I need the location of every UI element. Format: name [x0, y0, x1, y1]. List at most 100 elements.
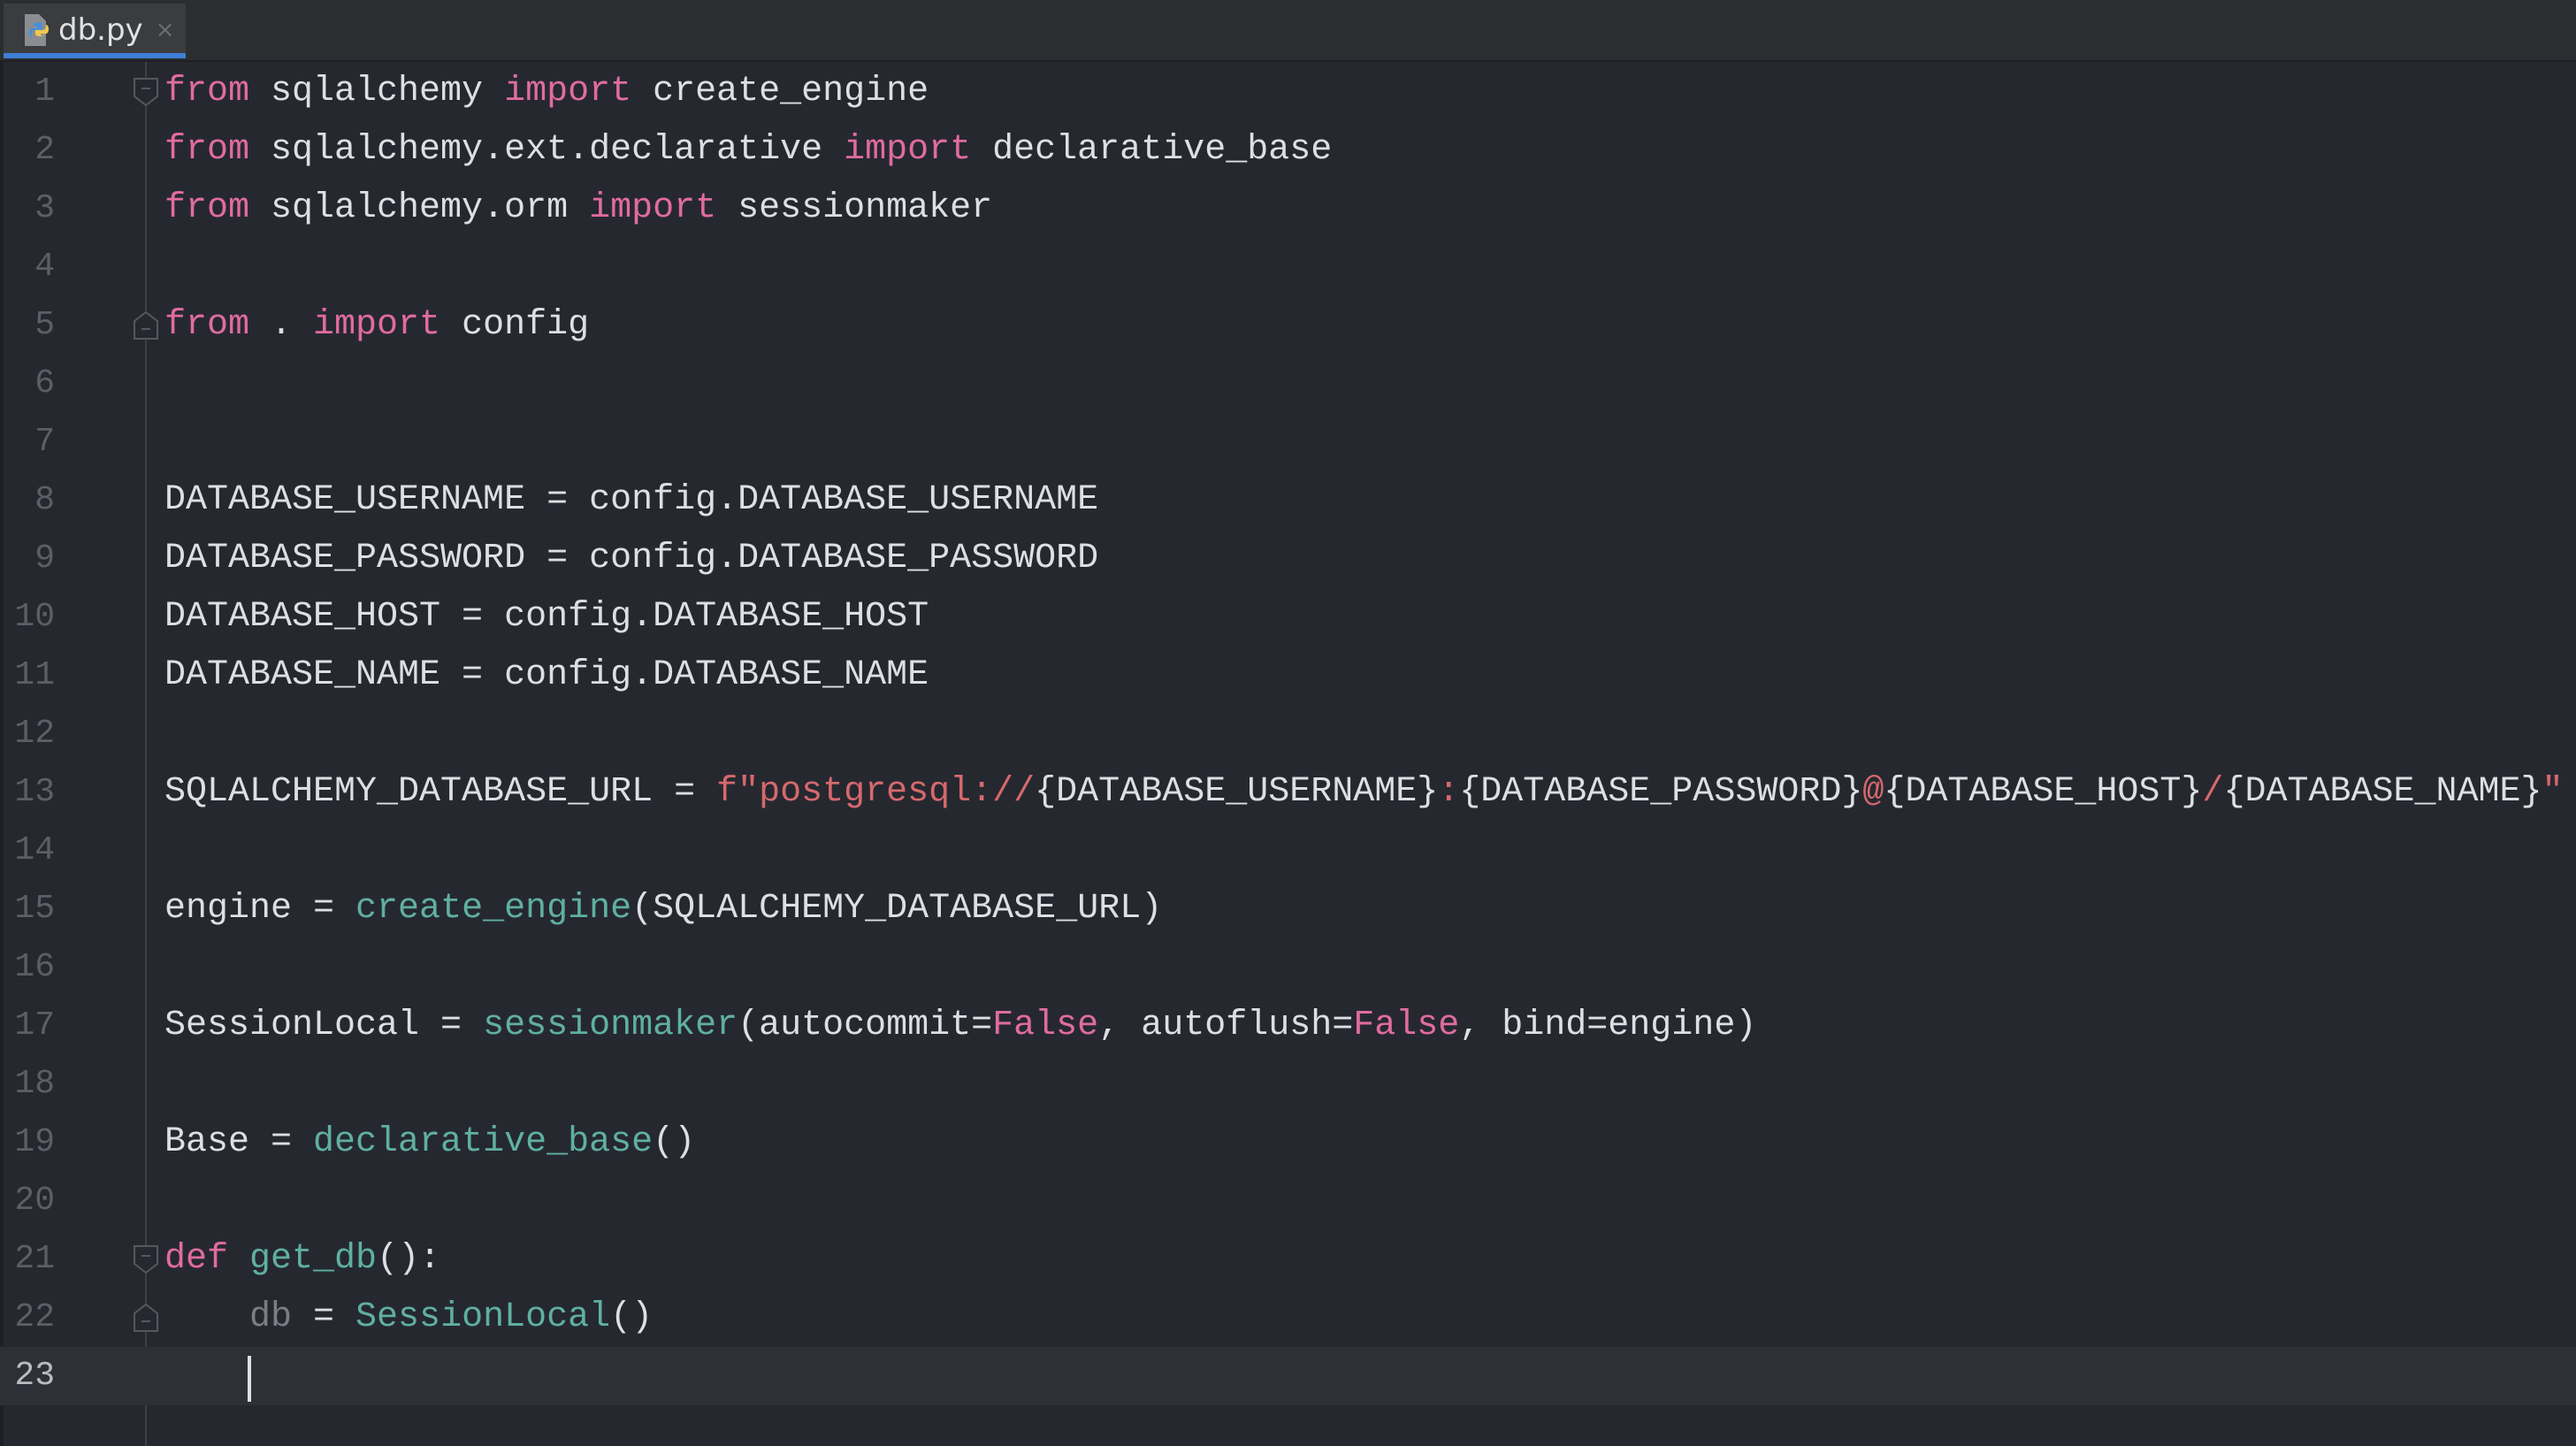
- code-text[interactable]: engine = create_engine(SQLALCHEMY_DATABA…: [164, 880, 1162, 938]
- code-line[interactable]: 10 DATABASE_HOST = config.DATABASE_HOST: [0, 588, 2576, 646]
- token-plain: (autocommit=: [738, 1006, 993, 1045]
- code-line[interactable]: 5 from . import config: [0, 296, 2576, 355]
- code-line[interactable]: 6: [0, 355, 2576, 413]
- tab-db-py[interactable]: db.py ×: [4, 4, 186, 58]
- code-line[interactable]: 16: [0, 938, 2576, 997]
- line-number: 4: [34, 248, 55, 286]
- token-plain: sqlalchemy: [249, 72, 505, 111]
- token-fn: SessionLocal: [355, 1297, 611, 1337]
- token-str: ": [2542, 772, 2564, 812]
- code-text[interactable]: db = SessionLocal(): [164, 1289, 653, 1347]
- token-fn: get_db: [249, 1239, 378, 1279]
- close-icon[interactable]: ×: [156, 17, 175, 43]
- token-plain: , bind=engine): [1459, 1006, 1757, 1045]
- line-number: 1: [34, 73, 55, 111]
- line-number: 22: [14, 1298, 55, 1336]
- line-number: 6: [34, 364, 55, 402]
- token-kw: from: [164, 188, 250, 228]
- tab-filename: db.py: [58, 12, 143, 48]
- code-line[interactable]: 14: [0, 822, 2576, 880]
- token-kw: import: [313, 305, 441, 345]
- code-text[interactable]: DATABASE_HOST = config.DATABASE_HOST: [164, 588, 929, 646]
- token-plain: config: [440, 305, 590, 345]
- token-str: @: [1862, 772, 1884, 812]
- token-plain: , autoflush=: [1098, 1006, 1354, 1045]
- token-plain: sqlalchemy.orm: [249, 188, 590, 228]
- token-kw: def: [164, 1239, 229, 1279]
- code-line[interactable]: 20: [0, 1172, 2576, 1230]
- token-plain: SQLALCHEMY_DATABASE_URL =: [164, 772, 717, 812]
- line-number: 18: [14, 1065, 55, 1103]
- line-number: 3: [34, 189, 55, 227]
- token-kw: from: [164, 130, 250, 170]
- token-plain: engine =: [164, 889, 356, 929]
- token-plain: (): [610, 1297, 654, 1337]
- code-line[interactable]: 2 from sqlalchemy.ext.declarative import …: [0, 121, 2576, 180]
- token-plain: declarative_base: [971, 130, 1333, 170]
- token-plain: .: [249, 305, 314, 345]
- line-number: 14: [14, 831, 55, 869]
- token-plain: Base =: [164, 1122, 314, 1162]
- token-plain: sqlalchemy.ext.declarative: [249, 130, 845, 170]
- code-text[interactable]: from sqlalchemy.orm import sessionmaker: [164, 180, 992, 238]
- code-text[interactable]: SQLALCHEMY_DATABASE_URL = f"postgresql:/…: [164, 763, 2564, 822]
- code-line[interactable]: 18: [0, 1055, 2576, 1113]
- token-plain: ():: [377, 1239, 441, 1279]
- code-line[interactable]: 19 Base = declarative_base(): [0, 1113, 2576, 1172]
- code-text[interactable]: from sqlalchemy.ext.declarative import d…: [164, 121, 1332, 180]
- line-number: 13: [14, 773, 55, 811]
- code-line[interactable]: 23: [0, 1347, 2576, 1405]
- code-text[interactable]: SessionLocal = sessionmaker(autocommit=F…: [164, 997, 1756, 1055]
- code-line[interactable]: 8 DATABASE_USERNAME = config.DATABASE_USE…: [0, 471, 2576, 530]
- token-plain: DATABASE_HOST = config.DATABASE_HOST: [164, 597, 929, 637]
- token-fn: create_engine: [355, 889, 632, 929]
- code-line[interactable]: 4: [0, 238, 2576, 296]
- fold-end-icon[interactable]: [133, 310, 159, 340]
- code-line[interactable]: 17 SessionLocal = sessionmaker(autocommit…: [0, 997, 2576, 1055]
- code-line[interactable]: 11 DATABASE_NAME = config.DATABASE_NAME: [0, 646, 2576, 705]
- code-line[interactable]: 13 SQLALCHEMY_DATABASE_URL = f"postgresql…: [0, 763, 2576, 822]
- token-fn: sessionmaker: [483, 1006, 738, 1045]
- line-number: 19: [14, 1123, 55, 1161]
- code-line[interactable]: 9 DATABASE_PASSWORD = config.DATABASE_PAS…: [0, 530, 2576, 588]
- token-plain: (SQLALCHEMY_DATABASE_URL): [631, 889, 1163, 929]
- token-plain: SessionLocal =: [164, 1006, 484, 1045]
- token-plain: {DATABASE_HOST}: [1884, 772, 2203, 812]
- line-number: 10: [14, 598, 55, 636]
- token-plain: sessionmaker: [716, 188, 993, 228]
- line-number: 11: [14, 656, 55, 694]
- code-text[interactable]: DATABASE_PASSWORD = config.DATABASE_PASS…: [164, 530, 1098, 588]
- token-unused: db: [249, 1297, 293, 1337]
- editor-tab-bar: db.py ×: [0, 0, 2576, 62]
- token-plain: create_engine: [631, 72, 929, 111]
- code-text[interactable]: def get_db():: [164, 1230, 440, 1289]
- line-number: 17: [14, 1006, 55, 1044]
- token-plain: DATABASE_NAME = config.DATABASE_NAME: [164, 655, 929, 695]
- line-number: 7: [34, 423, 55, 461]
- code-line[interactable]: 3 from sqlalchemy.orm import sessionmaker: [0, 180, 2576, 238]
- line-number: 8: [34, 481, 55, 519]
- fold-collapse-icon[interactable]: [133, 77, 159, 107]
- code-text[interactable]: Base = declarative_base(): [164, 1113, 695, 1172]
- code-text[interactable]: from . import config: [164, 296, 589, 355]
- token-fn: declarative_base: [313, 1122, 654, 1162]
- code-line[interactable]: 22 db = SessionLocal(): [0, 1289, 2576, 1347]
- token-kw: from: [164, 72, 250, 111]
- code-text[interactable]: DATABASE_USERNAME = config.DATABASE_USER…: [164, 471, 1098, 530]
- line-number: 21: [14, 1240, 55, 1278]
- code-text[interactable]: from sqlalchemy import create_engine: [164, 63, 929, 121]
- code-line[interactable]: 21 def get_db():: [0, 1230, 2576, 1289]
- code-line[interactable]: 15 engine = create_engine(SQLALCHEMY_DATA…: [0, 880, 2576, 938]
- token-plain: {DATABASE_PASSWORD}: [1459, 772, 1863, 812]
- code-line[interactable]: 1 from sqlalchemy import create_engine: [0, 63, 2576, 121]
- code-text[interactable]: DATABASE_NAME = config.DATABASE_NAME: [164, 646, 929, 705]
- token-plain: (): [653, 1122, 696, 1162]
- token-plain: {DATABASE_NAME}: [2223, 772, 2542, 812]
- fold-collapse-icon[interactable]: [133, 1244, 159, 1274]
- line-number: 9: [34, 539, 55, 578]
- code-line[interactable]: 12: [0, 705, 2576, 763]
- fold-end-icon[interactable]: [133, 1303, 159, 1333]
- token-plain: =: [292, 1297, 356, 1337]
- code-line[interactable]: 7: [0, 413, 2576, 471]
